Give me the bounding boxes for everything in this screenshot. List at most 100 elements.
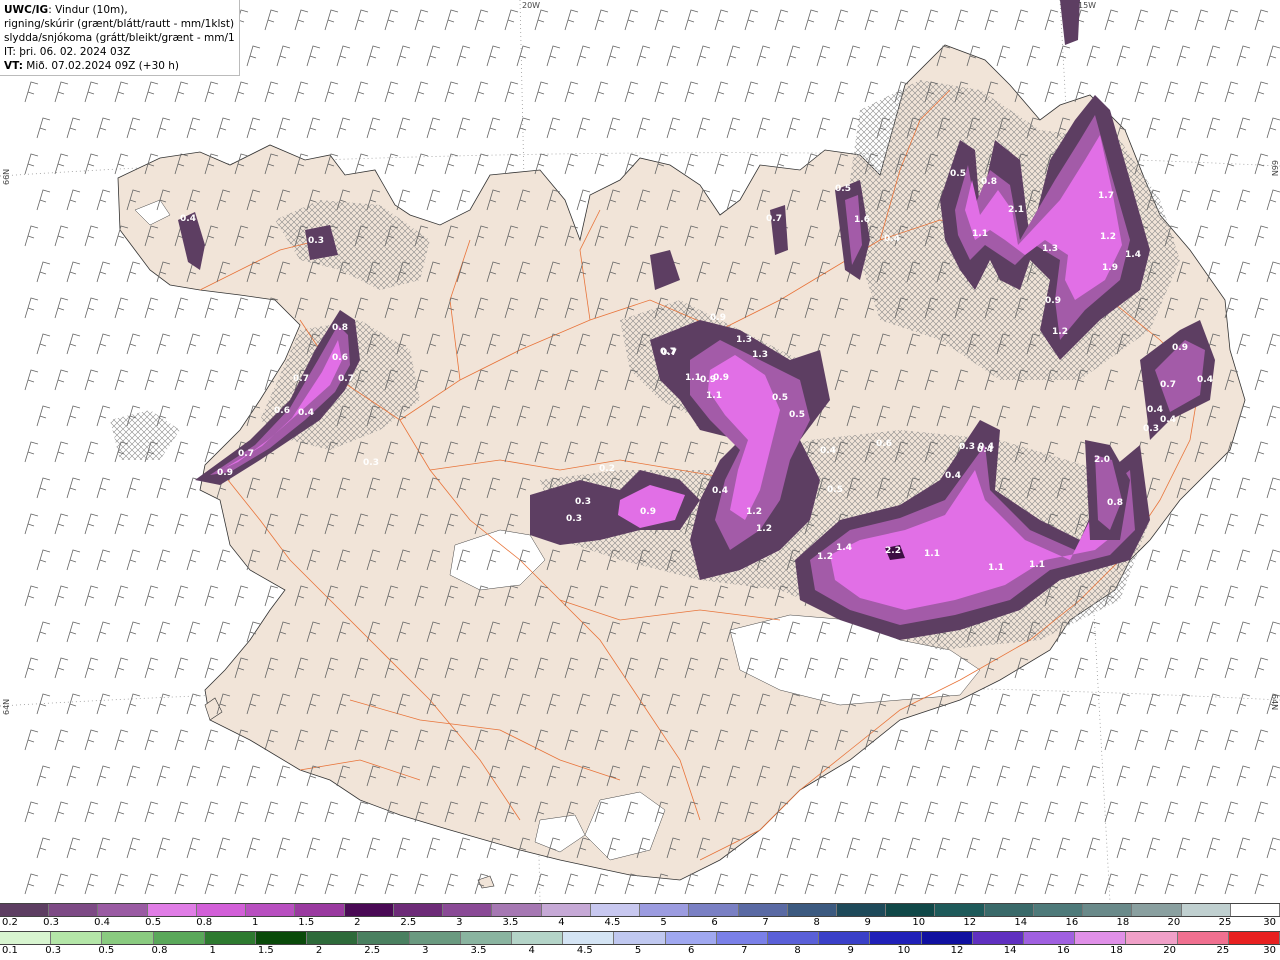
- wind-barb: [1224, 801, 1239, 823]
- wind-barb: [96, 549, 111, 571]
- wind-barb: [546, 117, 561, 139]
- wind-barb: [144, 873, 159, 895]
- wind-barb: [1176, 837, 1191, 859]
- wind-barb: [1266, 117, 1280, 139]
- wind-barb: [66, 621, 81, 643]
- snow-colorbar: 0.2 0.3 0.4 0.5 0.8 1 1.5 2 2.5 3 3.5 4 4.5 5 6 7 8 9 10 12…: [0, 903, 1280, 931]
- wind-barb: [606, 117, 621, 139]
- wind-barb: [906, 765, 921, 787]
- precip-value-label: 1.2: [1052, 327, 1068, 337]
- precip-value-label: 0.6: [876, 439, 892, 449]
- wind-barb: [1224, 297, 1239, 319]
- wind-barb: [114, 297, 129, 319]
- snow-tick-label: 0.5: [145, 917, 162, 928]
- wind-barb: [924, 801, 939, 823]
- wind-barb: [1176, 765, 1191, 787]
- precip-value-label: 0.5: [789, 410, 805, 420]
- wind-barb: [96, 261, 111, 283]
- wind-barb: [444, 873, 459, 895]
- wind-barb: [1224, 585, 1239, 607]
- wind-barb: [294, 9, 309, 31]
- wind-barb: [66, 189, 81, 211]
- wind-barb: [336, 117, 351, 139]
- snow-tick-label: 0.4: [94, 917, 111, 928]
- rain-swatch: [358, 932, 410, 944]
- wind-barb: [564, 9, 579, 31]
- wind-barb: [144, 729, 159, 751]
- snow-swatch: [492, 904, 542, 916]
- wind-barb: [1266, 477, 1280, 499]
- wind-barb: [474, 9, 489, 31]
- wind-barb: [594, 153, 609, 175]
- wind-barb: [186, 117, 201, 139]
- precip-value-label: 1.3: [736, 335, 752, 345]
- snow-swatch: [886, 904, 936, 916]
- wind-barb: [24, 585, 39, 607]
- wind-barb: [54, 801, 69, 823]
- precip-value-label: 0.3: [566, 514, 582, 524]
- wind-barb: [144, 297, 159, 319]
- wind-barb: [1026, 837, 1041, 859]
- wind-barb: [954, 9, 969, 31]
- wind-barb: [834, 873, 849, 895]
- wind-barb: [1074, 801, 1089, 823]
- wind-barb: [396, 189, 411, 211]
- wind-barb: [876, 765, 891, 787]
- wind-barb: [1224, 9, 1239, 31]
- wind-barb: [246, 45, 261, 67]
- weather-map[interactable]: 0.4 0.3 0.8 0.6 0.7 0.7 0.6 0.4 0.7 0.9 0.3 0.2 0.3 0…: [0, 0, 1280, 902]
- wind-barb: [24, 441, 39, 463]
- wind-barb: [1194, 9, 1209, 31]
- wind-barb: [606, 45, 621, 67]
- wind-barb: [504, 153, 519, 175]
- wind-barb: [246, 765, 261, 787]
- wind-barb: [54, 153, 69, 175]
- wind-barb: [594, 9, 609, 31]
- wind-barb: [384, 81, 399, 103]
- wind-barb: [1254, 585, 1269, 607]
- wind-barb: [1206, 765, 1221, 787]
- precip-value-label: 0.6: [274, 406, 290, 416]
- wind-barb: [126, 117, 141, 139]
- wind-barb: [156, 117, 171, 139]
- wind-barb: [1176, 189, 1191, 211]
- wind-barb: [714, 153, 729, 175]
- rain-swatch: [153, 932, 205, 944]
- wind-barb: [954, 801, 969, 823]
- wind-barb: [1254, 369, 1269, 391]
- wind-barb: [1086, 765, 1101, 787]
- wind-barb: [966, 837, 981, 859]
- title-line-2: rigning/skúrir (grænt/blátt/rautt - mm/1…: [4, 18, 235, 30]
- wind-barb: [726, 45, 741, 67]
- wind-barb: [114, 153, 129, 175]
- snow-swatch: [246, 904, 296, 916]
- wind-barb: [156, 765, 171, 787]
- wind-barb: [36, 549, 51, 571]
- wind-barb: [24, 369, 39, 391]
- wind-barb: [144, 801, 159, 823]
- wind-barb: [1146, 45, 1161, 67]
- precip-value-label: 1.6: [854, 215, 870, 225]
- precip-value-label: 1.3: [1042, 244, 1058, 254]
- rain-tick-label: 14: [1003, 945, 1017, 956]
- wind-barb: [546, 45, 561, 67]
- rain-colorbar: 0.1 0.3 0.5 0.8 1 1.5 2 2.5 3 3.5 4 4.5 5 6 7 8 9 10 12 14 1…: [0, 931, 1280, 959]
- wind-barb: [864, 9, 879, 31]
- precip-value-label: 0.4: [884, 234, 900, 244]
- wind-barb: [264, 9, 279, 31]
- rain-tick-label: 0.3: [45, 945, 62, 956]
- precip-value-label: 0.4: [712, 486, 728, 496]
- wind-barb: [204, 729, 219, 751]
- wind-barb: [1164, 153, 1179, 175]
- rain-swatch: [1075, 932, 1127, 944]
- wind-barb: [84, 369, 99, 391]
- lon-label-20w: 20W: [522, 1, 541, 10]
- wind-barb: [66, 405, 81, 427]
- wind-barb: [636, 45, 651, 67]
- wind-barb: [204, 585, 219, 607]
- wind-barb: [654, 9, 669, 31]
- wind-barb: [96, 477, 111, 499]
- rain-swatch: [1177, 932, 1229, 944]
- wind-barb: [696, 45, 711, 67]
- wind-barb: [156, 549, 171, 571]
